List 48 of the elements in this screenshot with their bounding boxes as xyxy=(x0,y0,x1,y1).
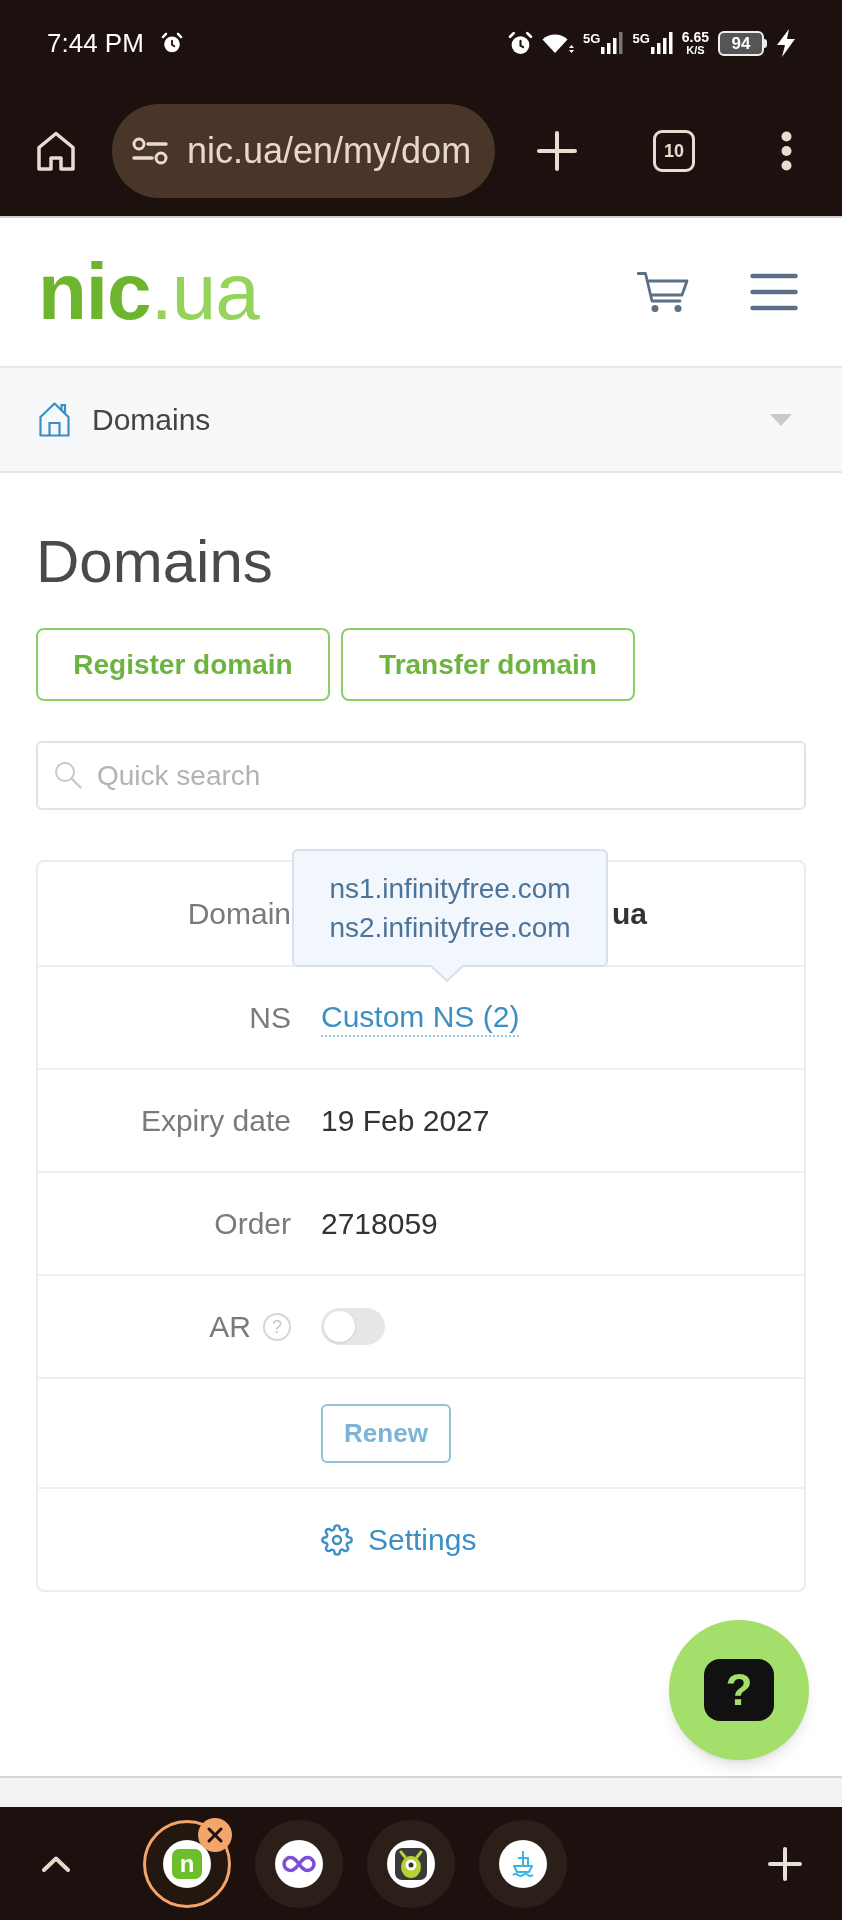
status-time: 7:44 PM xyxy=(47,30,144,56)
site-logo[interactable]: nic.ua xyxy=(38,252,259,332)
close-icon[interactable] xyxy=(198,1817,232,1852)
signal-icon xyxy=(601,32,624,54)
custom-ns-link[interactable]: Custom NS (2) xyxy=(321,998,520,1037)
monster-icon xyxy=(387,1839,435,1888)
toggle-switch[interactable] xyxy=(321,1308,385,1345)
field-label: AR xyxy=(209,1311,251,1342)
nameserver-text: ns2.infinityfree.com xyxy=(329,911,571,945)
charging-icon xyxy=(776,29,796,57)
cart-icon[interactable] xyxy=(637,271,689,313)
domain-name: ua xyxy=(612,898,647,929)
signal-icon xyxy=(650,32,673,54)
field-label: Expiry date xyxy=(140,1105,291,1136)
action-button[interactable]: Register domain xyxy=(36,628,330,701)
ship-icon xyxy=(499,1839,547,1888)
settings-icon xyxy=(321,1523,353,1556)
breadcrumb-current[interactable]: Domains xyxy=(92,404,211,435)
field-value: 2718059 xyxy=(321,1208,438,1239)
field-label: Order xyxy=(214,1208,291,1239)
network-speed-unit: K/S xyxy=(686,45,705,56)
address-bar[interactable]: nic.ua/en/my/dom xyxy=(112,104,495,198)
search-icon xyxy=(54,761,82,789)
more-menu-icon[interactable] xyxy=(781,131,792,171)
network-type: 5G xyxy=(583,32,601,45)
search-field[interactable]: Quick search xyxy=(36,741,806,810)
alarm-icon xyxy=(160,32,183,54)
action-button[interactable]: Transfer domain xyxy=(341,628,635,701)
field-value: 19 Feb 2027 xyxy=(321,1105,490,1136)
new-tab-plus-icon[interactable] xyxy=(537,131,577,171)
tune-icon[interactable] xyxy=(132,137,168,165)
network-speed: 6.65 xyxy=(681,30,709,44)
infinity-icon xyxy=(275,1839,323,1888)
page-title: Domains xyxy=(36,532,273,592)
settings-link[interactable]: Settings xyxy=(321,1523,477,1556)
wifi-icon xyxy=(542,31,575,55)
alarm-icon xyxy=(508,30,534,56)
battery-indicator: 94 xyxy=(718,30,767,56)
add-tab-group-plus-icon[interactable] xyxy=(768,1846,802,1881)
renew-button[interactable]: Renew xyxy=(321,1403,451,1463)
menu-icon[interactable] xyxy=(750,273,798,311)
chevron-up-icon[interactable] xyxy=(42,1855,70,1872)
network-type: 5G xyxy=(632,32,650,45)
field-label: Domain xyxy=(187,898,291,929)
tab-count-button[interactable]: 10 xyxy=(653,130,695,172)
help-button[interactable]: ? xyxy=(669,1620,809,1760)
field-label: NS xyxy=(249,1002,291,1033)
nameserver-text: ns1.infinityfree.com xyxy=(329,872,571,906)
